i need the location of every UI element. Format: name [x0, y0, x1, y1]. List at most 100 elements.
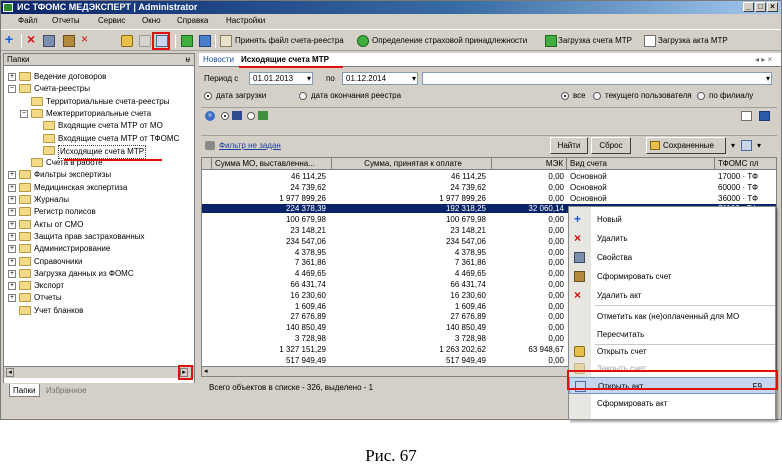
table-row[interactable]: 24 739,62 24 739,62 0,00 Основной 60000 · ТФ: [202, 182, 776, 192]
expand-icon[interactable]: +: [8, 269, 16, 278]
save-grid-icon[interactable]: [199, 35, 211, 47]
add-icon[interactable]: +: [5, 32, 17, 46]
menu-service[interactable]: Сервис: [98, 14, 125, 28]
lock-icon[interactable]: [121, 35, 133, 47]
period-from-input[interactable]: 01.01.2013 ▾: [249, 72, 313, 85]
delete-act-icon[interactable]: ×: [81, 33, 93, 45]
tab-outgoing-mtr[interactable]: Исходящие счета МТР: [241, 54, 329, 66]
delete-x-icon[interactable]: ×: [27, 32, 39, 46]
insurance-button[interactable]: Определение страховой принадлежности: [372, 34, 527, 48]
scroll-left-arrow-icon[interactable]: ◂: [6, 368, 14, 377]
view-radio-2[interactable]: [247, 112, 255, 120]
context-menu-item[interactable]: Обновить: [569, 415, 775, 419]
expand-icon[interactable]: +: [8, 73, 16, 81]
chevron-down-icon[interactable]: ▾: [757, 141, 761, 151]
grid-column-header[interactable]: МЭК: [492, 158, 567, 170]
expand-icon[interactable]: +: [8, 208, 16, 217]
collapse-icon[interactable]: −: [8, 85, 16, 94]
expand-icon[interactable]: +: [8, 294, 16, 303]
menu-file[interactable]: Файл: [18, 14, 38, 28]
folder-icon: [43, 121, 55, 131]
expand-icon[interactable]: +: [8, 196, 16, 204]
collapse-icon[interactable]: −: [20, 109, 28, 118]
chevron-down-icon[interactable]: ▾: [766, 73, 770, 84]
menu-help[interactable]: Справка: [177, 14, 208, 28]
radio-current-user[interactable]: [593, 92, 601, 100]
save-view-icon[interactable]: [759, 111, 770, 121]
tree-node-label: Журналы: [34, 195, 69, 204]
tab-favorites[interactable]: Избранное: [43, 384, 90, 397]
context-menu-item-label: Новый: [597, 215, 622, 224]
registry-select[interactable]: ▾: [422, 72, 772, 85]
tab-folders[interactable]: Папки: [9, 384, 40, 397]
period-to-input[interactable]: 01.12.2014 ▾: [342, 72, 418, 85]
table-row[interactable]: 1 977 899,26 1 977 899,26 0,00 Основной 3600…: [202, 193, 776, 203]
calendar-dropdown-icon[interactable]: ▾: [412, 73, 416, 84]
grid-column-header[interactable]: Сумма, принятая к оплате: [332, 158, 492, 170]
context-menu-item[interactable]: Свойства: [569, 249, 775, 266]
saved-filters-button[interactable]: Сохраненные: [646, 137, 726, 154]
tabs-nav-icon[interactable]: ◂ ▸ ×: [755, 54, 772, 66]
box-icon[interactable]: [63, 35, 75, 47]
context-menu-item[interactable]: × Удалить акт: [569, 287, 775, 304]
filter-add-icon[interactable]: [741, 140, 752, 151]
annotation-toolbar-box: [152, 32, 170, 50]
minimize-button[interactable]: _: [743, 2, 754, 12]
context-menu-item[interactable]: Сформировать счет: [569, 268, 775, 285]
reset-button[interactable]: Сброс: [591, 137, 631, 154]
context-menu-item[interactable]: Отметить как (не)оплаченный для МО: [569, 308, 775, 325]
radio-load-date[interactable]: [204, 92, 212, 100]
expand-icon[interactable]: +: [8, 171, 16, 180]
expand-icon[interactable]: +: [8, 183, 16, 192]
load-invoice-button[interactable]: Загрузка счета МТР: [558, 34, 632, 48]
expand-icon[interactable]: +: [8, 232, 16, 241]
grid-column-header[interactable]: Вид счета: [567, 158, 715, 170]
table-cell: 24 739,62: [450, 182, 486, 192]
context-menu-item[interactable]: Пересчитать: [569, 326, 775, 343]
table-cell: 1 327 151,29: [279, 344, 326, 354]
expand-icon[interactable]: +: [8, 220, 16, 229]
tree-horizontal-scrollbar[interactable]: ◂ ▸: [4, 366, 194, 378]
context-menu-item[interactable]: + Новый: [569, 211, 775, 228]
table-cell: 27 676,89: [290, 312, 326, 322]
menu-window[interactable]: Окно: [142, 14, 161, 28]
tree-node-label: Межтерриториальные счета: [46, 108, 152, 118]
table-cell: 0,00: [548, 182, 564, 192]
grid-column-header[interactable]: Сумма МО, выставленна...: [212, 158, 332, 170]
table-row[interactable]: 46 114,25 46 114,25 0,00 Основной 17000 · ТФ: [202, 172, 776, 181]
properties-icon[interactable]: [43, 35, 55, 47]
table-cell: 0,00: [548, 236, 564, 246]
radio-end-date[interactable]: [299, 92, 307, 100]
find-button[interactable]: Найти: [550, 137, 588, 154]
filter-link[interactable]: Фильтр не задан: [219, 141, 281, 151]
expand-icon[interactable]: +: [8, 257, 16, 266]
load-invoice-icon: [545, 35, 557, 47]
menu-settings[interactable]: Настройки: [226, 14, 265, 28]
pin-icon[interactable]: ᵾ: [186, 54, 190, 66]
context-menu-item[interactable]: × Удалить: [569, 230, 775, 247]
chevron-down-icon[interactable]: ▾: [731, 141, 735, 151]
tab-news[interactable]: Новости: [203, 54, 234, 66]
tree-node-label: Ведение договоров: [34, 72, 107, 81]
maximize-button[interactable]: □: [755, 2, 766, 12]
accept-registry-button[interactable]: Принять файл счета-реестра: [235, 34, 344, 48]
folder-icon: [19, 182, 31, 192]
view-radio-1[interactable]: [221, 112, 229, 120]
plus-icon: +: [574, 212, 582, 226]
refresh-icon[interactable]: [181, 35, 193, 47]
scroll-left-arrow-icon[interactable]: ◂: [204, 368, 212, 376]
menu-reports[interactable]: Отчеты: [52, 14, 80, 28]
context-menu-item[interactable]: Сформировать акт: [569, 395, 775, 412]
columns-icon[interactable]: [741, 111, 752, 121]
calendar-dropdown-icon[interactable]: ▾: [307, 73, 311, 84]
expand-icon[interactable]: +: [8, 282, 16, 291]
expand-icon[interactable]: +: [8, 245, 16, 254]
load-act-button[interactable]: Загрузка акта МТР: [658, 34, 728, 48]
grid-column-header[interactable]: ТФОМС пл: [715, 158, 776, 170]
radio-branch[interactable]: [697, 92, 705, 100]
collapse-icon[interactable]: »: [205, 111, 215, 121]
radio-all[interactable]: [561, 92, 569, 100]
table-cell: 0,00: [548, 193, 564, 203]
context-menu-item[interactable]: Открыть счет: [569, 343, 775, 360]
close-window-button[interactable]: ×: [767, 2, 778, 12]
